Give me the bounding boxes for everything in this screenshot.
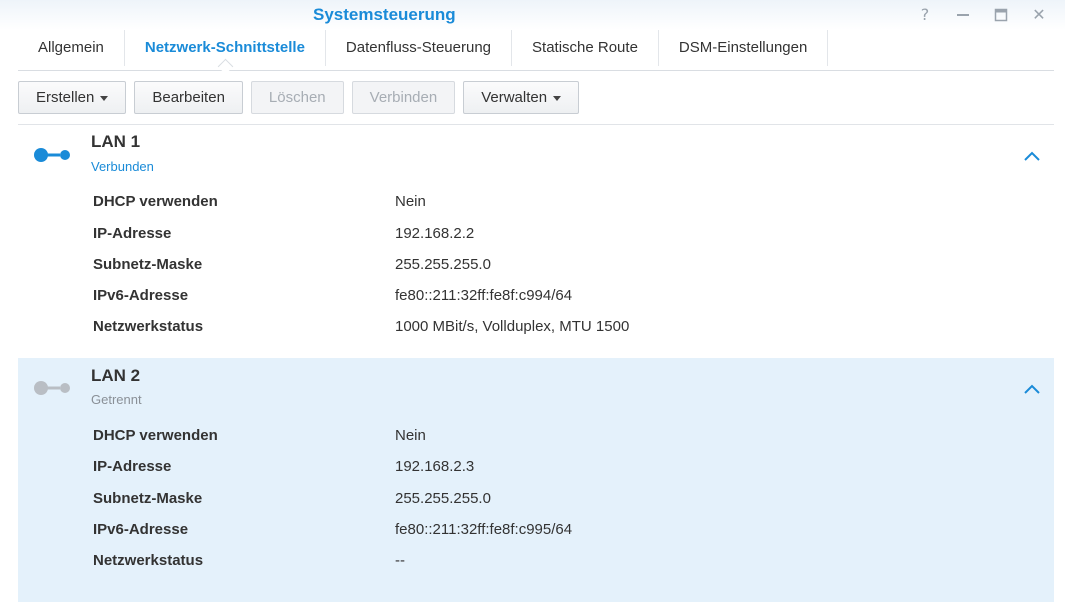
minimize-icon[interactable] [952,4,974,26]
tab-allgemein[interactable]: Allgemein [18,30,125,66]
detail-label: Netzwerkstatus [93,318,204,335]
detail-row: Subnetz-Maske 255.255.255.0 [93,256,1033,276]
chevron-up-icon[interactable] [1022,382,1042,396]
interface-status: Verbunden [91,159,154,174]
chevron-down-icon [553,95,562,101]
detail-row: IPv6-Adresse fe80::211:32ff:fe8f:c994/64 [93,287,1033,307]
detail-value: -- [395,552,405,569]
detail-label: IPv6-Adresse [93,521,189,538]
detail-value: 192.168.2.3 [395,458,475,475]
detail-value: Nein [395,427,426,444]
detail-label: IPv6-Adresse [93,287,189,304]
interface-name: LAN 2 [91,366,141,385]
detail-value: fe80::211:32ff:fe8f:c994/64 [395,287,573,304]
tab-dsm-einstellungen[interactable]: DSM-Einstellungen [659,30,829,66]
chevron-up-icon[interactable] [1022,149,1042,163]
detail-row: Netzwerkstatus -- [93,552,1033,572]
detail-label: DHCP verwenden [93,193,218,210]
interface-panel-lan1[interactable]: LAN 1 Verbunden DHCP verwenden Nein IP-Ad… [18,125,1054,357]
tab-datenfluss-steuerung[interactable]: Datenfluss-Steuerung [326,30,513,66]
interface-panel-lan2[interactable]: LAN 2 Getrennt DHCP verwenden Nein IP-Adr… [18,358,1054,602]
manage-button-label: Verwalten [481,89,548,106]
network-connected-icon [34,148,70,162]
tab-netzwerk-schnittstelle[interactable]: Netzwerk-Schnittstelle [125,30,326,66]
detail-label: DHCP verwenden [93,427,218,444]
detail-value: Nein [395,193,426,210]
detail-label: Netzwerkstatus [93,552,204,569]
detail-value: 255.255.255.0 [395,490,491,507]
detail-row: DHCP verwenden Nein [93,193,1033,213]
detail-value: 1000 MBit/s, Vollduplex, MTU 1500 [395,318,630,335]
network-disconnected-icon [34,381,70,395]
detail-label: IP-Adresse [93,458,172,475]
detail-label: Subnetz-Maske [93,490,203,507]
detail-row: Netzwerkstatus 1000 MBit/s, Vollduplex, M… [93,318,1033,338]
help-icon[interactable]: ? [914,4,936,26]
tab-statische-route[interactable]: Statische Route [512,30,659,66]
toolbar: Erstellen Bearbeiten Löschen Verbinden V… [18,81,580,114]
manage-button[interactable]: Verwalten [463,81,580,114]
detail-value: fe80::211:32ff:fe8f:c995/64 [395,521,573,538]
interface-status: Getrennt [91,392,142,407]
delete-button[interactable]: Löschen [250,81,344,114]
detail-value: 192.168.2.2 [395,225,475,242]
create-button[interactable]: Erstellen [18,81,127,114]
create-button-label: Erstellen [36,89,95,106]
chevron-down-icon [100,95,109,101]
tab-bar: Allgemein Netzwerk-Schnittstelle Datenfl… [18,30,1054,71]
detail-label: Subnetz-Maske [93,256,203,273]
detail-row: DHCP verwenden Nein [93,427,1033,447]
detail-value: 255.255.255.0 [395,256,491,273]
detail-label: IP-Adresse [93,225,172,242]
detail-row: IPv6-Adresse fe80::211:32ff:fe8f:c995/64 [93,521,1033,541]
connect-button[interactable]: Verbinden [351,81,456,114]
close-icon[interactable]: ✕ [1028,4,1050,26]
interface-name: LAN 1 [91,132,141,151]
edit-button[interactable]: Bearbeiten [134,81,243,114]
window-title: Systemsteuerung [313,5,456,24]
detail-row: IP-Adresse 192.168.2.2 [93,225,1033,245]
detail-row: Subnetz-Maske 255.255.255.0 [93,490,1033,510]
title-bar: Systemsteuerung ? ✕ [0,0,1065,30]
maximize-icon[interactable] [990,4,1012,26]
detail-row: IP-Adresse 192.168.2.3 [93,458,1033,478]
